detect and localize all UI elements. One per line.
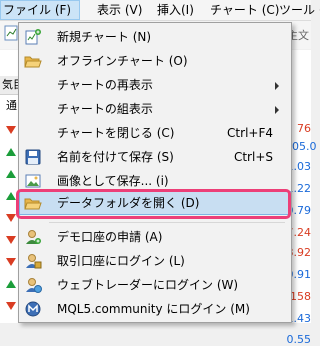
trade-login-icon	[26, 254, 42, 269]
menu-item-label: オフラインチャート (O)	[57, 54, 188, 68]
new-chart-icon	[25, 29, 41, 45]
menu-item-label: 名前を付けて保存 (S)	[57, 150, 174, 164]
menu-item-label: チャートの再表示	[57, 78, 153, 92]
highlight-annotation-box	[16, 189, 291, 219]
menu-insert[interactable]: 挿入(I)	[157, 0, 194, 20]
file-menu: 新規チャート (N) オフラインチャート (O) チャートの再表示 チャートの組…	[18, 22, 292, 323]
up-arrow-icon	[6, 148, 16, 156]
menu-item-label: デモ口座の申請 (A)	[57, 230, 163, 244]
menu-item-chart-reload[interactable]: チャートの再表示	[19, 73, 291, 97]
menu-item-trade-login[interactable]: 取引口座にログイン (L)	[19, 249, 291, 273]
open-folder-icon	[24, 56, 42, 68]
save-icon	[25, 149, 41, 165]
menu-item-label: チャートを閉じる (C)	[57, 126, 175, 140]
price-value: 0.55	[286, 333, 312, 346]
menu-file[interactable]: ファイル (F)	[0, 0, 80, 20]
down-arrow-icon	[6, 302, 16, 310]
down-arrow-icon	[6, 214, 16, 222]
up-arrow-icon	[6, 280, 16, 288]
menu-item-demo-account[interactable]: デモ口座の申請 (A)	[19, 225, 291, 249]
menu-item-label: ウェブトレーダーにログイン (W)	[57, 278, 239, 292]
menu-item-label: チャートの組表示	[57, 102, 153, 116]
menu-item-chart-layout[interactable]: チャートの組表示	[19, 97, 291, 121]
menu-item-label: MQL5.community にログイン (M)	[57, 302, 250, 316]
menu-item-close-chart[interactable]: チャートを閉じる (C) Ctrl+F4	[19, 121, 291, 145]
up-arrow-icon	[6, 192, 16, 200]
down-arrow-icon	[6, 126, 16, 134]
submenu-arrow-icon	[275, 106, 279, 114]
menu-item-save-as[interactable]: 名前を付けて保存 (S) Ctrl+S	[19, 145, 291, 169]
menu-item-label: 取引口座にログイン (L)	[57, 254, 185, 268]
web-trader-icon	[26, 278, 42, 293]
down-arrow-icon	[6, 258, 16, 266]
menu-tools[interactable]: ツール (	[279, 0, 320, 20]
demo-account-icon	[26, 230, 41, 244]
menu-item-new-chart[interactable]: 新規チャート (N)	[19, 25, 291, 49]
down-arrow-icon	[6, 236, 16, 244]
submenu-arrow-icon	[275, 82, 279, 90]
menu-separator	[49, 222, 285, 223]
up-arrow-icon	[6, 170, 16, 178]
image-icon	[25, 174, 41, 188]
menu-item-mql5-login[interactable]: MQL5.community にログイン (M)	[19, 297, 291, 321]
menu-item-shortcut: Ctrl+S	[233, 150, 273, 164]
menu-chart[interactable]: チャート (C)	[210, 0, 279, 20]
menu-item-shortcut: Ctrl+F4	[227, 126, 273, 140]
menu-view[interactable]: 表示 (V)	[97, 0, 142, 20]
menu-item-web-trader[interactable]: ウェブトレーダーにログイン (W)	[19, 273, 291, 297]
mql5-icon	[25, 301, 41, 317]
menu-item-label: 新規チャート (N)	[57, 30, 152, 44]
menu-bar: ファイル (F) 表示 (V) 挿入(I) チャート (C) ツール (	[0, 0, 320, 21]
menu-item-offline-chart[interactable]: オフラインチャート (O)	[19, 49, 291, 73]
